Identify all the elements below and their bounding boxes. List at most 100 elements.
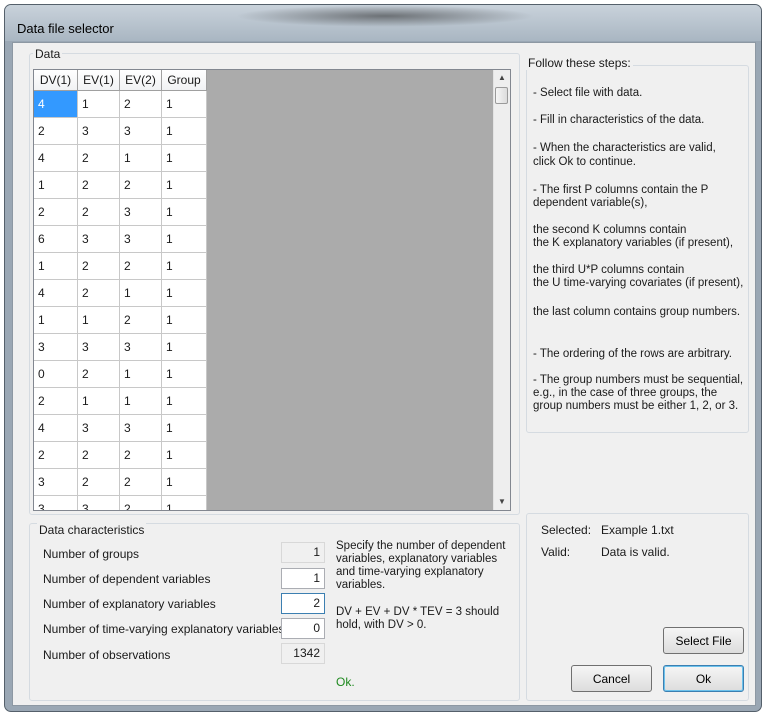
table-cell[interactable]: 1 [161,144,207,172]
table-cell[interactable]: 1 [161,90,207,118]
table-row[interactable]: 3221 [34,468,207,496]
table-cell[interactable]: 3 [119,198,162,226]
table-cell[interactable]: 1 [161,495,207,510]
select-file-button[interactable]: Select File [663,627,744,654]
table-cell[interactable]: 0 [34,360,78,388]
column-header-ev1[interactable]: EV(1) [77,70,120,91]
title-bar[interactable]: Data file selector [5,5,761,41]
scroll-up-icon[interactable]: ▲ [494,70,510,86]
table-cell[interactable]: 2 [34,117,78,145]
table-cell[interactable]: 4 [34,279,78,307]
table-cell[interactable]: 1 [161,225,207,253]
column-header-dv1[interactable]: DV(1) [34,70,78,91]
step-line: - The group numbers must be sequential, [533,374,744,386]
table-cell[interactable]: 2 [119,441,162,469]
table-cell[interactable]: 1 [161,306,207,334]
table-cell[interactable]: 1 [77,90,120,118]
table-row[interactable]: 3321 [34,495,207,510]
table-cell[interactable]: 1 [119,360,162,388]
column-header-ev2[interactable]: EV(2) [119,70,162,91]
table-row[interactable]: 4121 [34,90,207,118]
table-cell[interactable]: 1 [77,306,120,334]
table-cell[interactable]: 1 [161,360,207,388]
table-cell[interactable]: 2 [119,306,162,334]
table-row[interactable]: 0211 [34,360,207,388]
table-cell[interactable]: 3 [77,333,120,361]
table-cell[interactable]: 2 [119,90,162,118]
table-cell[interactable]: 1 [161,468,207,496]
table-row[interactable]: 6331 [34,225,207,253]
table-cell[interactable]: 2 [34,198,78,226]
table-row[interactable]: 2111 [34,387,207,415]
table-cell[interactable]: 2 [77,468,120,496]
table-cell[interactable]: 1 [161,117,207,145]
table-cell[interactable]: 4 [34,90,78,118]
table-cell[interactable]: 2 [77,144,120,172]
table-cell[interactable]: 2 [119,495,162,510]
table-cell[interactable]: 1 [119,279,162,307]
column-header-group[interactable]: Group [161,70,207,91]
table-cell[interactable]: 2 [34,441,78,469]
table-cell[interactable]: 1 [77,387,120,415]
table-cell[interactable]: 3 [34,495,78,510]
table-cell[interactable]: 2 [77,360,120,388]
step-line: click Ok to continue. [533,156,636,168]
table-cell[interactable]: 1 [161,198,207,226]
steps-title: Follow these steps: [526,56,633,70]
table-cell[interactable]: 1 [34,252,78,280]
table-cell[interactable]: 3 [77,495,120,510]
explanatory-variables-input[interactable]: 2 [281,593,325,614]
table-cell[interactable]: 2 [119,468,162,496]
vertical-scrollbar[interactable]: ▲ ▼ [493,70,510,510]
table-cell[interactable]: 3 [119,225,162,253]
table-row[interactable]: 4211 [34,144,207,172]
table-cell[interactable]: 2 [77,441,120,469]
scroll-down-icon[interactable]: ▼ [494,494,510,510]
ok-button[interactable]: Ok [663,665,744,692]
table-cell[interactable]: 6 [34,225,78,253]
table-row[interactable]: 2231 [34,198,207,226]
table-row[interactable]: 4331 [34,414,207,442]
table-cell[interactable]: 1 [161,252,207,280]
table-cell[interactable]: 1 [119,144,162,172]
table-cell[interactable]: 4 [34,414,78,442]
table-row[interactable]: 1221 [34,252,207,280]
table-cell[interactable]: 2 [34,387,78,415]
table-cell[interactable]: 1 [161,171,207,199]
table-cell[interactable]: 1 [161,333,207,361]
table-cell[interactable]: 3 [77,117,120,145]
table-cell[interactable]: 2 [77,279,120,307]
table-cell[interactable]: 2 [77,252,120,280]
data-grid[interactable]: DV(1) EV(1) EV(2) Group 4121233142111221… [33,69,511,511]
table-cell[interactable]: 3 [77,414,120,442]
scroll-thumb[interactable] [495,87,508,104]
table-cell[interactable]: 3 [34,333,78,361]
table-row[interactable]: 4211 [34,279,207,307]
table-cell[interactable]: 4 [34,144,78,172]
table-cell[interactable]: 1 [34,171,78,199]
dependent-variables-input[interactable]: 1 [281,568,325,589]
table-cell[interactable]: 2 [77,171,120,199]
table-cell[interactable]: 2 [119,252,162,280]
table-cell[interactable]: 1 [161,387,207,415]
table-cell[interactable]: 3 [119,333,162,361]
table-cell[interactable]: 3 [119,117,162,145]
table-row[interactable]: 1121 [34,306,207,334]
table-cell[interactable]: 1 [161,414,207,442]
title-bar-glass [235,5,535,27]
table-cell[interactable]: 3 [34,468,78,496]
table-cell[interactable]: 1 [161,441,207,469]
table-cell[interactable]: 1 [119,387,162,415]
time-varying-variables-input[interactable]: 0 [281,618,325,639]
table-cell[interactable]: 3 [77,225,120,253]
table-cell[interactable]: 2 [77,198,120,226]
table-cell[interactable]: 1 [161,279,207,307]
table-row[interactable]: 3331 [34,333,207,361]
table-row[interactable]: 2331 [34,117,207,145]
cancel-button[interactable]: Cancel [571,665,652,692]
table-row[interactable]: 2221 [34,441,207,469]
table-row[interactable]: 1221 [34,171,207,199]
table-cell[interactable]: 3 [119,414,162,442]
table-cell[interactable]: 1 [34,306,78,334]
table-cell[interactable]: 2 [119,171,162,199]
